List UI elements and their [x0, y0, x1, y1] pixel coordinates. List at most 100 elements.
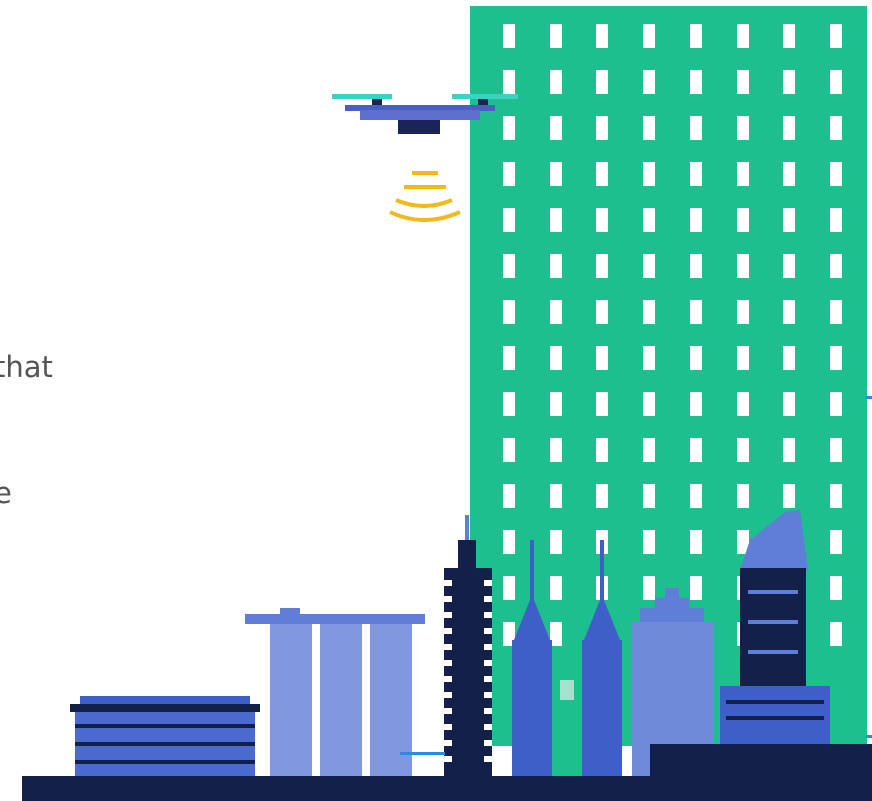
tower-window [830, 24, 842, 48]
tower-window [830, 392, 842, 416]
tower-window [596, 346, 608, 370]
tower-window [550, 438, 562, 462]
tower-window [690, 208, 702, 232]
pagoda-notch [444, 580, 452, 586]
tower-window [783, 254, 795, 278]
drone-rotor-right [452, 94, 518, 99]
pagoda-notch [444, 740, 452, 746]
pagoda-notch [444, 644, 452, 650]
tower-window [503, 484, 515, 508]
tower-window [690, 576, 702, 600]
tower-window [643, 116, 655, 140]
tower-window [643, 208, 655, 232]
drone-camera [398, 120, 440, 134]
tower-window [550, 576, 562, 600]
tower-window [737, 392, 749, 416]
tower-window [783, 24, 795, 48]
tower-window [737, 70, 749, 94]
tower-window [830, 438, 842, 462]
pagoda-notch [484, 756, 492, 762]
tower-window [690, 24, 702, 48]
tower-window [596, 300, 608, 324]
tower-window [783, 392, 795, 416]
tower-window [550, 484, 562, 508]
tower-window [830, 300, 842, 324]
tower-window [690, 346, 702, 370]
pagoda-notch [444, 612, 452, 618]
pagoda-notch [444, 676, 452, 682]
tower-window [596, 254, 608, 278]
pagoda-notch [484, 644, 492, 650]
tower-window [737, 438, 749, 462]
tower-window [690, 254, 702, 278]
signal-wave-4 [389, 210, 461, 222]
pagoda-notch [444, 596, 452, 602]
marina-bay-towers [245, 608, 425, 778]
tower-window [783, 162, 795, 186]
drone-body [360, 110, 480, 120]
tower-window [737, 116, 749, 140]
tower-window [643, 576, 655, 600]
tower-window [550, 254, 562, 278]
tower-window [830, 208, 842, 232]
tower-window [643, 254, 655, 278]
tower-window [503, 346, 515, 370]
tower-window [550, 24, 562, 48]
tower-window [503, 24, 515, 48]
tower-window [550, 300, 562, 324]
tower-window [643, 346, 655, 370]
pagoda-notch [484, 612, 492, 618]
tower-window [596, 438, 608, 462]
tower-window [643, 300, 655, 324]
tower-window [690, 484, 702, 508]
tower-window [643, 438, 655, 462]
tower-window [643, 530, 655, 554]
tower-window [830, 254, 842, 278]
tower-window [503, 300, 515, 324]
pagoda-notch [484, 692, 492, 698]
tower-window [596, 70, 608, 94]
tower-window [503, 116, 515, 140]
tower-window [643, 70, 655, 94]
pagoda-notch [444, 628, 452, 634]
tower-window [503, 70, 515, 94]
tower-window [550, 116, 562, 140]
tower-window [830, 576, 842, 600]
tower-window [690, 162, 702, 186]
pagoda-notch [444, 756, 452, 762]
pagoda-notch [484, 724, 492, 730]
tower-window [550, 208, 562, 232]
tower-window [503, 576, 515, 600]
tower-window [503, 254, 515, 278]
city-illustration [22, 6, 872, 801]
drone-rotor-left [332, 94, 392, 99]
pagoda-notch [444, 724, 452, 730]
pagoda-notch [444, 692, 452, 698]
tower-window [783, 300, 795, 324]
tower-window [830, 70, 842, 94]
tower-window [550, 392, 562, 416]
tower-window [503, 392, 515, 416]
accent-tick-upper [866, 396, 872, 399]
tower-window [830, 622, 842, 646]
tower-window [690, 438, 702, 462]
tower-window [737, 254, 749, 278]
tower-window [643, 484, 655, 508]
tower-window [596, 116, 608, 140]
tower-window [690, 300, 702, 324]
tower-window [737, 162, 749, 186]
tower-window [783, 116, 795, 140]
tower-window [737, 24, 749, 48]
tower-window [643, 24, 655, 48]
pagoda-notch [484, 628, 492, 634]
tower-window [596, 162, 608, 186]
tower-window [596, 208, 608, 232]
tower-window [737, 300, 749, 324]
pagoda-notch [444, 708, 452, 714]
tower-window [783, 346, 795, 370]
tower-window [830, 346, 842, 370]
tower-window [503, 438, 515, 462]
tower-window [830, 530, 842, 554]
tower-window [643, 162, 655, 186]
pagoda-notch [484, 660, 492, 666]
